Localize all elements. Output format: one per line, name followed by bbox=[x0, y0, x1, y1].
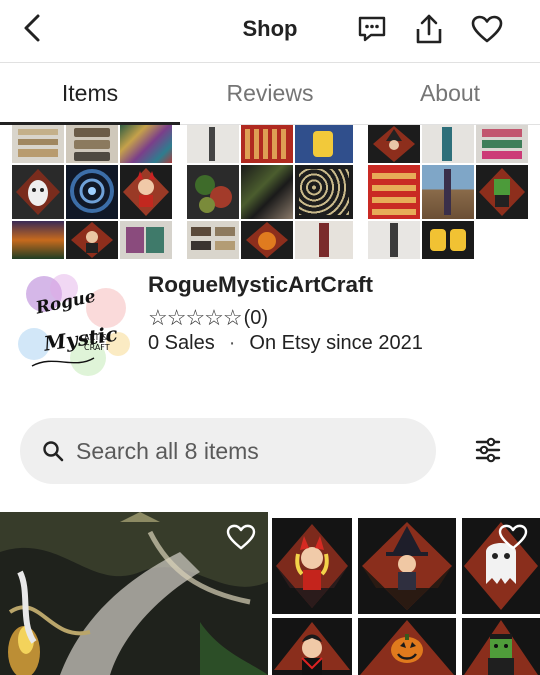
search-input[interactable] bbox=[76, 437, 406, 465]
shop-banner bbox=[0, 125, 540, 262]
banner-photo bbox=[66, 165, 118, 219]
banner-photo bbox=[241, 125, 293, 163]
message-button[interactable] bbox=[355, 12, 389, 46]
message-icon bbox=[358, 16, 386, 42]
banner-photo bbox=[476, 165, 528, 219]
logo-text-line4: CRAFT bbox=[84, 343, 110, 352]
tab-about[interactable]: About bbox=[360, 63, 540, 124]
banner-photo bbox=[422, 221, 474, 259]
banner-photo bbox=[66, 125, 118, 163]
banner-photo bbox=[295, 221, 353, 259]
listing-image bbox=[272, 618, 352, 675]
share-button[interactable] bbox=[412, 12, 446, 46]
banner-photo bbox=[12, 125, 64, 163]
share-icon bbox=[416, 14, 442, 44]
heart-icon bbox=[498, 524, 528, 550]
banner-photo bbox=[12, 221, 64, 259]
star-rating-icons: ☆☆☆☆☆ bbox=[148, 305, 243, 330]
favorite-listing-button[interactable] bbox=[496, 520, 530, 554]
listing-image bbox=[358, 618, 456, 675]
banner-photo bbox=[120, 221, 172, 259]
shop-name[interactable]: RogueMysticArtCraft bbox=[148, 272, 373, 298]
listing-image bbox=[272, 518, 352, 614]
page-title: Shop bbox=[242, 16, 298, 41]
heart-icon bbox=[471, 15, 503, 43]
meta-separator: · bbox=[228, 332, 236, 354]
shop-meta: 0 Sales · On Etsy since 2021 bbox=[148, 332, 423, 355]
banner-photo bbox=[295, 165, 353, 219]
search-icon bbox=[43, 441, 64, 462]
filter-button[interactable] bbox=[468, 430, 508, 470]
banner-photo bbox=[187, 165, 239, 219]
banner-photo bbox=[66, 221, 118, 259]
search-bar[interactable] bbox=[20, 418, 436, 484]
banner-photo bbox=[12, 165, 64, 219]
listing-image bbox=[358, 518, 456, 614]
sales-count: 0 Sales bbox=[148, 332, 215, 354]
shop-rating[interactable]: ☆☆☆☆☆ (0) bbox=[148, 305, 268, 331]
banner-photo bbox=[120, 125, 172, 163]
banner-photo bbox=[476, 125, 528, 163]
banner-photo bbox=[368, 165, 420, 219]
review-count: (0) bbox=[243, 306, 269, 329]
banner-photo bbox=[120, 165, 172, 219]
filter-sliders-icon bbox=[475, 437, 501, 463]
banner-photo bbox=[368, 125, 420, 163]
listing-card[interactable] bbox=[0, 512, 268, 675]
tab-bar: Items Reviews About bbox=[0, 62, 540, 125]
logo-text-line3: ART & bbox=[84, 333, 108, 342]
banner-photo bbox=[368, 221, 420, 259]
heart-icon bbox=[226, 524, 256, 550]
chevron-left-icon bbox=[24, 14, 40, 42]
banner-photo bbox=[422, 125, 474, 163]
banner-photo bbox=[187, 125, 239, 163]
top-bar: Shop bbox=[0, 0, 540, 62]
listing-card[interactable] bbox=[272, 512, 540, 675]
favorite-shop-button[interactable] bbox=[470, 12, 504, 46]
banner-photo bbox=[187, 221, 239, 259]
favorite-listing-button[interactable] bbox=[224, 520, 258, 554]
listing-image bbox=[462, 618, 540, 675]
banner-photo bbox=[422, 165, 474, 219]
tab-reviews[interactable]: Reviews bbox=[180, 63, 360, 124]
banner-photo bbox=[241, 165, 293, 219]
back-button[interactable] bbox=[14, 10, 50, 46]
member-since: On Etsy since 2021 bbox=[249, 332, 423, 354]
banner-photo bbox=[295, 125, 353, 163]
banner-photo bbox=[241, 221, 293, 259]
tab-items[interactable]: Items bbox=[0, 63, 180, 125]
shop-logo: Rogue Mystic ART & CRAFT bbox=[14, 270, 136, 382]
